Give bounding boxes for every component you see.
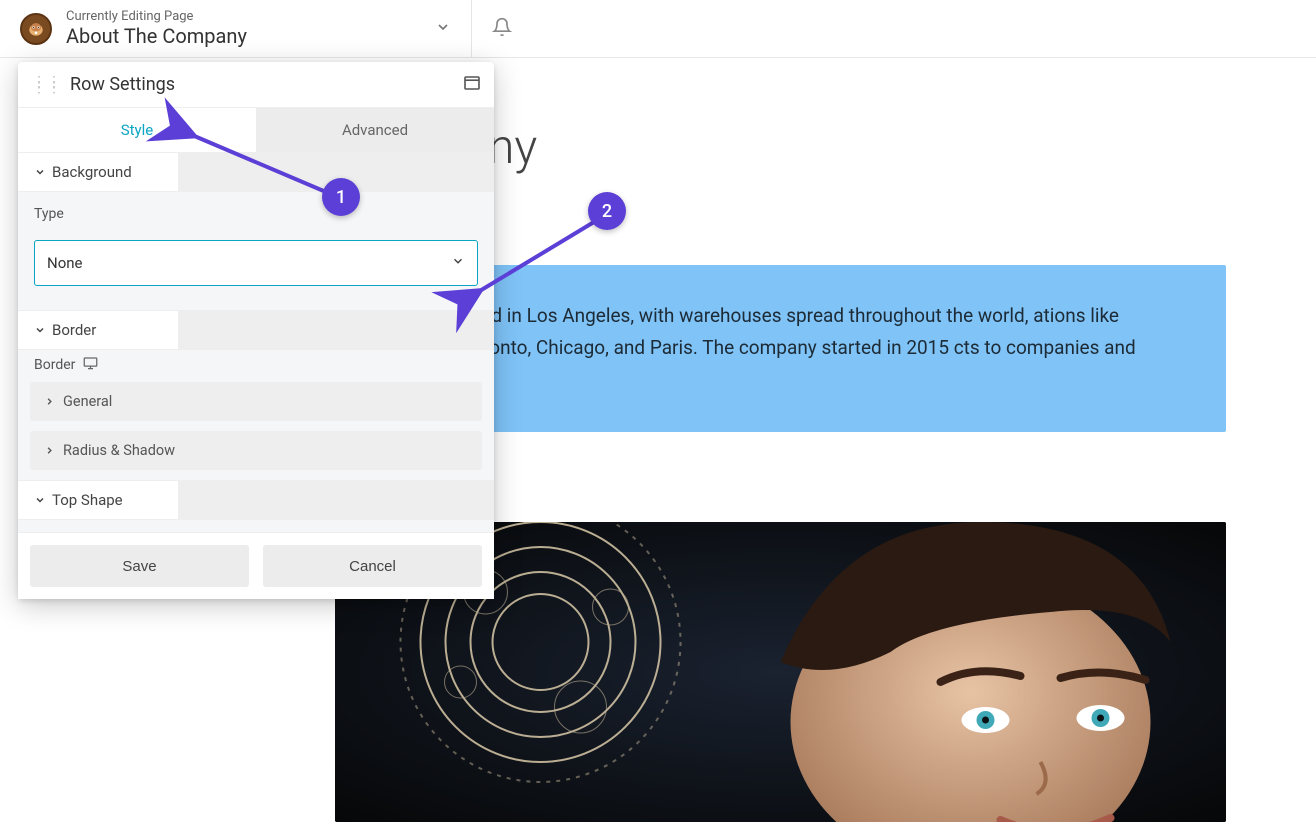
cancel-button[interactable]: Cancel bbox=[263, 545, 482, 587]
chevron-down-icon bbox=[451, 254, 465, 272]
bell-icon[interactable] bbox=[492, 17, 512, 41]
panel-footer: Save Cancel bbox=[18, 532, 494, 599]
panel-tabs: Style Advanced bbox=[18, 108, 494, 152]
section-border-label: Border bbox=[52, 321, 96, 339]
section-top-shape-label: Top Shape bbox=[52, 491, 123, 509]
border-responsive-label: Border bbox=[34, 357, 75, 373]
desktop-icon[interactable] bbox=[83, 356, 98, 374]
background-type-field: Type None bbox=[18, 192, 494, 306]
border-general-label: General bbox=[63, 393, 112, 410]
section-background[interactable]: Background bbox=[18, 152, 494, 192]
section-top-shape[interactable]: Top Shape bbox=[18, 480, 494, 520]
border-radius-label: Radius & Shadow bbox=[63, 442, 175, 459]
section-background-label: Background bbox=[52, 163, 132, 181]
chevron-down-icon[interactable] bbox=[435, 19, 451, 39]
chevron-down-icon bbox=[34, 324, 46, 336]
top-bar-left: Currently Editing Page About The Company bbox=[0, 0, 472, 57]
border-general[interactable]: General bbox=[30, 382, 482, 421]
beaver-logo[interactable] bbox=[20, 13, 52, 45]
panel-title: Row Settings bbox=[70, 74, 175, 95]
border-responsive-row: Border bbox=[18, 350, 494, 382]
panel-body[interactable]: Background Type None Border Border Gener… bbox=[18, 152, 494, 532]
chevron-right-icon bbox=[44, 396, 55, 407]
drag-handle-icon[interactable]: ⋮⋮⋮⋮ bbox=[32, 79, 62, 91]
type-label: Type bbox=[34, 206, 478, 222]
tab-advanced[interactable]: Advanced bbox=[256, 108, 494, 152]
save-button[interactable]: Save bbox=[30, 545, 249, 587]
row-settings-panel: ⋮⋮⋮⋮ Row Settings Style Advanced Backgro… bbox=[18, 62, 494, 599]
section-border[interactable]: Border bbox=[18, 310, 494, 350]
editing-page-name[interactable]: About The Company bbox=[66, 24, 247, 48]
panel-header[interactable]: ⋮⋮⋮⋮ Row Settings bbox=[18, 62, 494, 108]
type-select[interactable]: None bbox=[34, 240, 478, 286]
editing-label: Currently Editing Page bbox=[66, 9, 247, 25]
page-title-box: Currently Editing Page About The Company bbox=[66, 9, 247, 49]
tab-style[interactable]: Style bbox=[18, 108, 256, 152]
window-icon[interactable] bbox=[464, 75, 480, 94]
top-bar: Currently Editing Page About The Company bbox=[0, 0, 1316, 58]
chevron-down-icon bbox=[34, 166, 46, 178]
border-radius-shadow[interactable]: Radius & Shadow bbox=[30, 431, 482, 470]
chevron-right-icon bbox=[44, 445, 55, 456]
chevron-down-icon bbox=[34, 494, 46, 506]
type-select-value: None bbox=[47, 254, 83, 272]
top-bar-right bbox=[472, 17, 1316, 41]
